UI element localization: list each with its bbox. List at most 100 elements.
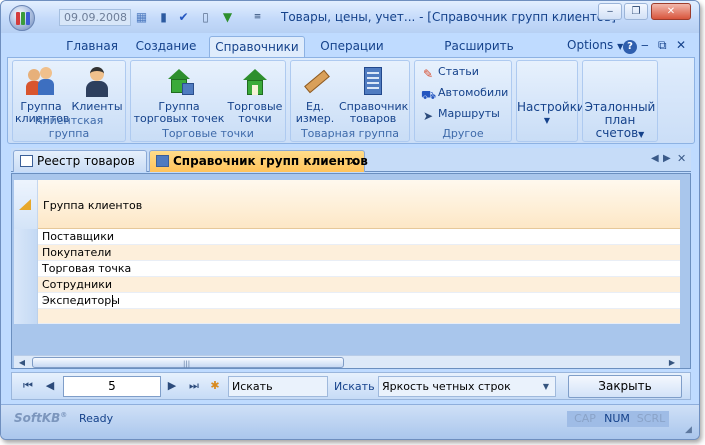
notebook-icon[interactable]: ▮ — [156, 10, 171, 25]
mdi-close-button[interactable]: ✕ — [676, 38, 686, 52]
clients-button[interactable]: Клиенты — [71, 63, 123, 113]
group-clients-label: Клиентская группа — [34, 114, 104, 140]
options-menu[interactable]: Options ▼ — [567, 38, 623, 52]
tab-extend[interactable]: Расширить возможности... — [401, 36, 557, 67]
grid-body: Группа клиентов Поставщики Покупатели То… — [14, 180, 680, 352]
reference-plan-dropdown-button[interactable]: Эталонный план счетов▼ — [583, 63, 657, 141]
scroll-left-icon[interactable]: ◀ — [651, 153, 659, 164]
minimize-button[interactable]: ‒ — [598, 3, 622, 20]
close-window-button[interactable]: ✕ — [651, 3, 691, 20]
mdi-minimize-button[interactable]: ‒ — [641, 38, 649, 52]
tab-create[interactable]: Создание — [131, 36, 201, 57]
brand-logo: SoftKB® — [14, 411, 67, 425]
app-logo-icon[interactable] — [9, 5, 35, 31]
tab-goods-register[interactable]: Реестр товаров — [13, 150, 147, 172]
title-bar: 09.09.2008 ▦ ▮ ✔ ▯ ▼ ≡ Товары, цены, уче… — [1, 1, 699, 33]
help-icon[interactable]: ? — [623, 40, 637, 54]
first-record-icon[interactable]: ⏮ — [20, 378, 36, 394]
search-input[interactable]: Искать — [228, 376, 328, 397]
client-group-icon — [26, 65, 56, 97]
maximize-button[interactable]: ❐ — [624, 3, 648, 20]
chevron-down-icon: ▼ — [638, 130, 645, 139]
close-tab-icon[interactable]: ✕ — [349, 155, 358, 168]
trade-point-group-label-2: торговых точек — [133, 112, 225, 125]
clients-label: Клиенты — [71, 100, 123, 113]
calendar-icon[interactable]: ▦ — [134, 10, 149, 25]
cell-client-group: Поставщики — [42, 230, 114, 243]
brand-name: SoftKB — [14, 411, 61, 425]
clients-icon — [82, 65, 112, 97]
trade-points-button[interactable]: Торговые точки — [227, 63, 283, 125]
caps-lock-indicator: CAP — [567, 411, 603, 427]
row-indicator — [14, 277, 38, 293]
mdi-restore-button[interactable]: ⧉ — [658, 38, 667, 53]
tab-home[interactable]: Главная — [61, 36, 123, 57]
row-indicator — [14, 245, 38, 261]
cars-button[interactable]: ⛟ Автомобили — [421, 86, 508, 104]
goods-reference-button[interactable]: Справочник товаров — [339, 63, 408, 125]
status-bar: SoftKB® Ready CAP NUM SCRL ◢ — [1, 404, 699, 439]
chevron-down-icon[interactable]: ▼ — [539, 379, 553, 394]
articles-button[interactable]: ✎ Статьи — [421, 65, 479, 83]
clipboard-icon[interactable]: ▯ — [198, 10, 213, 25]
record-number-input[interactable]: 5 — [63, 376, 161, 397]
new-record-icon[interactable]: ✱ — [207, 378, 223, 394]
date-field[interactable]: 09.09.2008 — [59, 9, 131, 26]
scroll-right-arrow-icon[interactable]: ▶ — [666, 357, 678, 368]
header-indicator — [14, 180, 38, 229]
routes-button[interactable]: ➤ Маршруты — [421, 107, 500, 125]
settings-dropdown-button[interactable]: Настройки ▼ — [517, 63, 585, 141]
checkmark-icon[interactable]: ✔ — [176, 10, 191, 25]
table-row[interactable]: Покупатели — [14, 245, 680, 261]
group-other-label: Другое — [442, 127, 484, 140]
last-record-icon[interactable]: ⏭ — [186, 378, 202, 394]
grid-header[interactable]: Группа клиентов — [14, 180, 680, 229]
new-row[interactable] — [14, 309, 680, 324]
group-trade-points-label: Торговые точки — [162, 127, 254, 140]
table-row[interactable]: Торговая точка — [14, 261, 680, 277]
trade-points-label-2: точки — [238, 112, 272, 125]
routes-label: Маршруты — [438, 107, 500, 120]
group-settings: Настройки ▼ — [516, 60, 585, 142]
scroll-lock-indicator: SCRL — [633, 411, 669, 427]
scroll-thumb[interactable]: ||| — [32, 357, 344, 368]
articles-icon: ✎ — [422, 67, 434, 81]
horizontal-scrollbar[interactable]: ◀ ||| ▶ — [14, 355, 680, 368]
options-label: Options — [567, 38, 614, 52]
house-group-icon — [164, 65, 194, 97]
row-indicator — [14, 261, 38, 277]
scroll-right-icon[interactable]: ▶ — [663, 153, 671, 164]
previous-record-icon[interactable]: ◀ — [42, 378, 58, 394]
resize-grip-icon[interactable]: ◢ — [685, 425, 692, 435]
cars-label: Автомобили — [438, 86, 509, 99]
units-button[interactable]: Ед. измер. — [293, 63, 337, 125]
goods-reference-label-2: товаров — [349, 112, 397, 125]
row-indicator — [14, 309, 38, 324]
customize-qat-icon[interactable]: ≡ — [250, 10, 265, 25]
table-row[interactable]: Сотрудники — [14, 277, 680, 293]
table-row[interactable]: Поставщики — [14, 229, 680, 245]
row-brightness-select[interactable]: Яркость четных строк ▼ — [378, 376, 556, 397]
articles-label: Статьи — [438, 65, 479, 78]
ribbon-tab-bar: Главная Создание Справочники Операции Ра… — [1, 33, 699, 67]
tab-client-groups[interactable]: Справочник групп клиентов ✕ — [149, 150, 368, 172]
scroll-left-arrow-icon[interactable]: ◀ — [16, 357, 28, 368]
brand-mark: ® — [60, 411, 68, 419]
close-document-icon[interactable]: ✕ — [677, 152, 686, 165]
cell-client-group: Сотрудники — [42, 278, 113, 291]
group-other: ✎ Статьи ⛟ Автомобили ➤ Маршруты Другое — [414, 60, 512, 142]
trade-point-group-button[interactable]: Группа торговых точек — [133, 63, 225, 125]
group-goods: Ед. измер. Справочник товаров Товарная г… — [290, 60, 410, 142]
next-record-icon[interactable]: ▶ — [164, 378, 180, 394]
close-button[interactable]: Закрыть — [568, 375, 682, 398]
ruler-icon — [300, 65, 330, 97]
row-brightness-value: Яркость четных строк — [382, 380, 511, 393]
tab-references[interactable]: Справочники — [209, 36, 305, 57]
chevron-down-icon: ▼ — [543, 116, 551, 125]
grid-empty-area — [14, 324, 680, 352]
filter-icon[interactable]: ▼ — [220, 10, 235, 25]
status-text: Ready — [79, 412, 114, 425]
tab-operations[interactable]: Операции — [313, 36, 391, 57]
search-button[interactable]: Искать — [334, 380, 375, 393]
table-row[interactable]: Экспедиторы — [14, 293, 680, 309]
